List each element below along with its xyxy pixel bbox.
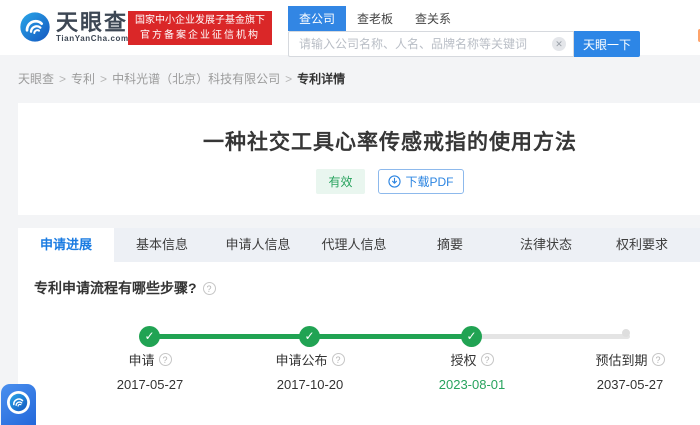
search-tab-boss[interactable]: 查老板 [346,6,404,31]
search-tab-relation[interactable]: 查关系 [404,6,462,31]
site-header: 天眼查 TianYanCha.com 国家中小企业发展子基金旗下 官方备案企业征… [0,0,700,57]
step-date: 2017-10-20 [276,377,344,392]
breadcrumb-current: 专利详情 [297,72,346,86]
search-input[interactable] [288,31,574,57]
search-row: ✕ 天眼一下 [288,31,640,57]
search-tab-company[interactable]: 查公司 [288,6,347,31]
step-label-row: 预估到期 ? [555,350,700,369]
step-date: 2037-05-27 [596,377,664,392]
breadcrumb-separator: > [100,71,108,86]
patent-detail-page: 天眼查 TianYanCha.com 国家中小企业发展子基金旗下 官方备案企业征… [0,0,700,425]
breadcrumb-patent[interactable]: 专利 [71,70,95,87]
tianyancha-eye-icon [20,12,50,42]
breadcrumb-company[interactable]: 中科光谱（北京）科技有限公司 [112,70,280,87]
floating-widget-logo [7,391,30,414]
step-label: 申请 [128,353,155,368]
search-tabs: 查公司 查老板 查关系 [288,6,640,31]
step-check-icon: ✓ [299,326,320,347]
breadcrumb-home[interactable]: 天眼查 [18,70,54,87]
question-icon[interactable]: ? [331,353,345,366]
question-icon[interactable]: ? [158,353,172,366]
step-label-row: 授权 ? [397,350,547,369]
download-icon [387,175,401,188]
brand-name: 天眼查 [56,10,129,35]
step-label: 申请公布 [275,353,328,368]
brand-text: 天眼查 TianYanCha.com [56,11,129,43]
tab-agent-info[interactable]: 代理人信息 [306,228,402,262]
status-badge: 有效 [316,169,365,194]
tab-application-progress[interactable]: 申请进展 [18,228,114,262]
tianyancha-eye-icon [9,393,28,412]
download-pdf-label: 下载PDF [405,175,454,189]
floating-app-widget[interactable] [1,384,36,425]
patent-title-card: 一种社交工具心率传感戒指的使用方法 有效 下载PDF [18,103,700,215]
step-pending-icon [622,329,630,337]
timeline-line-pending [472,334,630,339]
gov-certification-badge: 国家中小企业发展子基金旗下 官方备案企业征信机构 [128,11,272,45]
question-icon[interactable]: ? [480,353,494,366]
patent-title: 一种社交工具心率传感戒指的使用方法 [203,131,577,154]
tab-claims[interactable]: 权利要求 [594,228,690,262]
timeline-step-expiry: 预估到期 ? 2037-05-27 [555,350,700,392]
brand-domain: TianYanCha.com [56,34,129,43]
gov-badge-line1: 国家中小企业发展子基金旗下 [135,15,265,26]
download-pdf-button[interactable]: 下载PDF [377,169,464,194]
tab-basic-info[interactable]: 基本信息 [114,228,210,262]
step-check-icon: ✓ [461,326,482,347]
timeline-step-publish: 申请公布 ? 2017-10-20 [235,350,385,392]
patent-badge-row: 有效 下载PDF [18,169,700,194]
step-label-row: 申请 ? [75,350,225,369]
step-date: 2023-08-01 [438,377,506,392]
breadcrumb-separator: > [59,71,67,86]
site-logo[interactable]: 天眼查 TianYanCha.com [19,11,129,43]
step-label: 授权 [450,353,477,368]
step-check-icon: ✓ [139,326,160,347]
question-icon[interactable]: ? [202,281,216,295]
gov-badge-line2: 官方备案企业征信机构 [140,30,260,41]
tab-legal-status[interactable]: 法律状态 [498,228,594,262]
step-date: 2017-05-27 [116,377,184,392]
timeline-step-apply: 申请 ? 2017-05-27 [75,350,225,392]
flow-heading: 专利申请流程有哪些步骤? ? [34,278,216,298]
search-input-wrap: ✕ [288,31,574,57]
breadcrumb: 天眼查 > 专利 > 中科光谱（北京）科技有限公司 > 专利详情 [18,70,345,87]
timeline-step-grant: 授权 ? 2023-08-01 [397,350,547,392]
application-progress-panel: 专利申请流程有哪些步骤? ? ✓ ✓ ✓ 申请 ? 2017-05-27 申请公… [18,262,700,425]
search-button[interactable]: 天眼一下 [574,31,640,57]
flow-heading-text: 专利申请流程有哪些步骤? [34,280,197,296]
tab-applicant-info[interactable]: 申请人信息 [210,228,306,262]
tab-abstract[interactable]: 摘要 [402,228,498,262]
search-area: 查公司 查老板 查关系 ✕ 天眼一下 [288,6,640,57]
step-label-row: 申请公布 ? [235,350,385,369]
clear-icon[interactable]: ✕ [552,37,566,51]
detail-tabbar: 申请进展 基本信息 申请人信息 代理人信息 摘要 法律状态 权利要求 [18,228,700,262]
step-label: 预估到期 [595,353,648,368]
question-icon[interactable]: ? [651,353,665,366]
breadcrumb-separator: > [285,71,293,86]
